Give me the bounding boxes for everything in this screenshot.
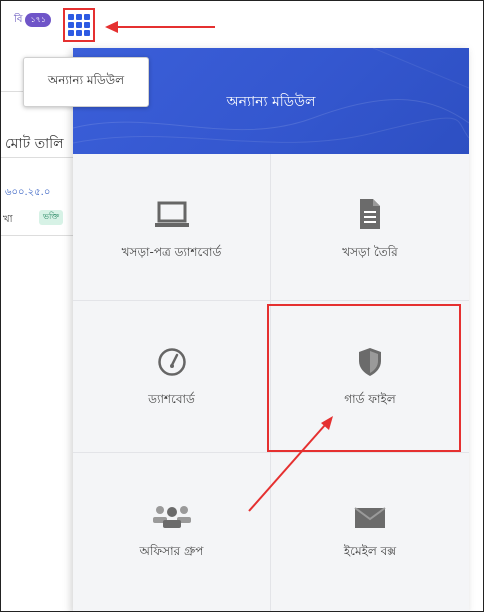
module-label: অফিসার গ্রুপ bbox=[139, 544, 204, 558]
module-label: খসড়া-পত্র ড্যাশবোর্ড bbox=[121, 245, 222, 259]
envelope-icon bbox=[354, 495, 386, 529]
module-officer-group[interactable]: অফিসার গ্রুপ bbox=[73, 453, 270, 611]
annotation-arrow-icon bbox=[248, 416, 333, 512]
background-divider bbox=[1, 157, 76, 158]
apps-grid-button[interactable] bbox=[63, 8, 95, 42]
badge-count: ১৭১ bbox=[25, 13, 52, 27]
screenshot-frame: বি ১৭১ মোট তালি ৬০০.২৫.০ খা ভক্তি অন্যান… bbox=[0, 0, 484, 612]
notification-badge[interactable]: বি ১৭১ bbox=[11, 12, 56, 28]
background-number-text: ৬০০.২৫.০ bbox=[5, 187, 51, 198]
background-divider bbox=[1, 235, 76, 236]
module-label: খসড়া তৈরি bbox=[342, 245, 398, 259]
module-draft-dashboard[interactable]: খসড়া-পত্র ড্যাশবোর্ড bbox=[73, 154, 270, 300]
module-label: ড্যাশবোর্ড bbox=[148, 392, 195, 406]
speedometer-icon bbox=[157, 343, 187, 377]
panel-title: অন্যান্য মডিউল bbox=[226, 94, 316, 110]
background-tag: ভক্তি bbox=[39, 210, 64, 225]
background-text: খা bbox=[3, 214, 13, 225]
module-label: ইমেইল বক্স bbox=[343, 544, 397, 558]
badge-prefix: বি bbox=[14, 13, 23, 25]
annotation-arrow-icon bbox=[105, 21, 215, 33]
users-group-icon bbox=[152, 495, 192, 529]
laptop-icon bbox=[154, 196, 190, 230]
document-icon bbox=[358, 196, 382, 230]
module-create-draft[interactable]: খসড়া তৈরি bbox=[271, 154, 469, 300]
module-dashboard[interactable]: ড্যাশবোর্ড bbox=[73, 301, 270, 452]
background-header-text: মোট তালি bbox=[5, 136, 64, 152]
apps-grid-icon bbox=[68, 14, 90, 36]
apps-tooltip: অন্যান্য মডিউল bbox=[23, 57, 149, 107]
